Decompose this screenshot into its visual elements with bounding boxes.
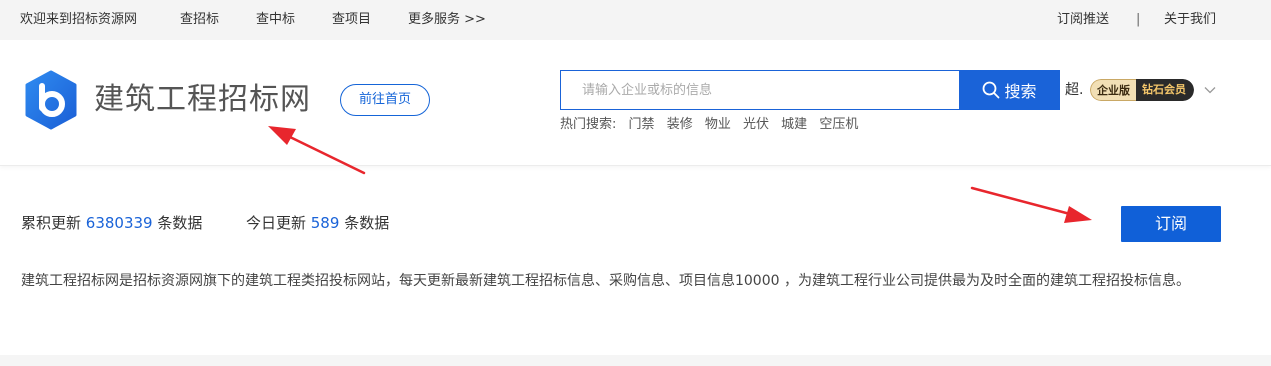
b-logo-icon[interactable] [24,70,78,130]
search-button[interactable]: 搜索 [959,70,1060,110]
total-update-label: 累积更新 [21,214,82,232]
about-us-link[interactable]: 关于我们 [1164,12,1216,28]
hot-keyword[interactable]: 装修 [667,117,693,132]
hot-search-label: 热门搜索: [560,117,617,132]
hot-keyword[interactable]: 城建 [781,117,807,132]
search-button-label: 搜索 [1004,82,1037,101]
badge-diamond-member: 钻石会员 [1136,79,1194,101]
today-update-label: 今日更新 [245,214,306,232]
nav-link-more-services[interactable]: 更多服务 >> [408,12,486,28]
total-update-count: 6380339 [85,214,153,232]
update-stats: 累积更新 6380339 条数据 今日更新 589 条数据 [21,214,389,232]
chevron-down-icon[interactable] [1203,82,1217,96]
hot-keyword[interactable]: 物业 [705,117,731,132]
hot-keyword[interactable]: 空压机 [819,117,858,132]
today-update-unit: 条数据 [344,214,390,232]
site-header: 建筑工程招标网 前往首页 搜索 热门搜索: 门禁 装修 物业 光伏 城建 空压机… [0,40,1271,166]
topbar-separator: | [1136,12,1141,27]
search-box [560,70,960,110]
site-name[interactable]: 建筑工程招标网 [94,82,311,118]
user-name[interactable]: 超. [1065,81,1083,99]
search-icon [983,81,1000,99]
total-update-unit: 条数据 [157,214,203,232]
site-description: 建筑工程招标网是招标资源网旗下的建筑工程类招投标网站，每天更新最新建筑工程招标信… [21,273,1190,289]
top-bar: 欢迎来到招标资源网 查招标 查中标 查项目 更多服务 >> 订阅推送 | 关于我… [0,0,1271,40]
welcome-text: 欢迎来到招标资源网 [20,12,138,27]
subscribe-button[interactable]: 订阅 [1121,206,1221,242]
nav-link-awarded[interactable]: 查中标 [256,12,295,28]
hot-keyword[interactable]: 门禁 [629,117,655,132]
membership-badge[interactable]: 企业版 钻石会员 [1090,79,1194,101]
today-update-count: 589 [310,214,340,232]
hot-search: 热门搜索: 门禁 装修 物业 光伏 城建 空压机 [560,117,858,133]
nav-link-projects[interactable]: 查项目 [332,12,371,28]
hot-keyword[interactable]: 光伏 [743,117,769,132]
go-home-button[interactable]: 前往首页 [340,84,430,116]
badge-enterprise: 企业版 [1090,79,1136,101]
arrow-to-subscribe-button [970,186,1092,223]
nav-link-bidding[interactable]: 查招标 [180,12,219,28]
search-input[interactable] [561,71,960,109]
section-divider [0,355,1271,366]
subscribe-push-link[interactable]: 订阅推送 [1057,12,1109,28]
